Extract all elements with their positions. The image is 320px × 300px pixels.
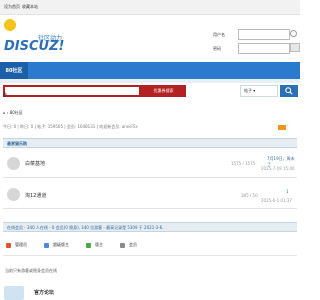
username-input[interactable]: [238, 29, 290, 40]
main-nav: [0, 62, 300, 79]
official-forum-icon: [4, 286, 24, 300]
forum-row[interactable]: 白菜基地 1575 / 1575 7月19日，周末了 2025-7-19 15:…: [3, 150, 297, 178]
remember-me-checkbox[interactable]: [290, 30, 297, 37]
logo-wordmark: DISCUZ!: [4, 39, 65, 54]
rss-icon[interactable]: [278, 125, 286, 130]
search-button[interactable]: [280, 85, 298, 97]
legend-label: 会员: [129, 242, 137, 247]
category-header[interactable]: 悬赏猫乐购: [3, 138, 297, 148]
coupon-search-button[interactable]: 优惠券搜索: [141, 85, 186, 97]
forum-stats: 今日: 0 | 昨日: 0 | 帖子: 159505 | 会员: 1648131…: [3, 124, 138, 129]
search-scope-select[interactable]: 帖子 ▾: [240, 85, 278, 97]
breadcrumb: ⌂ › 80社区: [3, 110, 23, 116]
login-button[interactable]: [290, 43, 300, 52]
breadcrumb-current[interactable]: 80社区: [10, 110, 23, 115]
breadcrumb-separator: ›: [6, 110, 9, 115]
category-title: 悬赏猫乐购: [7, 141, 27, 146]
super-moderator-icon: [44, 242, 49, 248]
forum-last-time: 2025-7-19 15:40: [261, 166, 295, 171]
bookmark-link[interactable]: 收藏本站: [22, 4, 38, 10]
divider: [3, 255, 297, 256]
forum-count: 1575 / 1575: [231, 161, 256, 166]
online-header[interactable]: 在线会员 - 340 人在线 - 0 会员(0 隐身), 340 位游客 - 最…: [3, 222, 297, 232]
forum-last-time: 2025-6-1 01:37: [261, 198, 292, 203]
forum-count: 385 / 50: [241, 193, 258, 198]
forum-row[interactable]: 淘12通道 385 / 50 1 2025-6-1 01:37: [3, 181, 297, 209]
online-title: 在线会员 - 340 人在线 - 0 会员(0 隐身), 340 位游客 - 最…: [7, 225, 164, 230]
username-label: 用户名: [213, 32, 225, 37]
legend-label: 版主: [95, 242, 103, 247]
official-forum-title[interactable]: 官方论坛: [34, 289, 54, 296]
forum-name[interactable]: 淘12通道: [25, 192, 46, 199]
forum-name[interactable]: 白菜基地: [25, 160, 45, 167]
logo-sun-icon: [4, 19, 16, 31]
legend-label: 管理员: [15, 242, 27, 247]
site-logo[interactable]: 社区动力 DISCUZ!: [0, 17, 70, 54]
moderator-icon: [86, 242, 91, 248]
forum-icon: [7, 157, 20, 170]
nav-tab-80-community[interactable]: 80社区: [0, 62, 28, 79]
member-icon: [120, 242, 125, 248]
forum-last-post[interactable]: 1: [286, 189, 289, 194]
online-note: 当前只有游客或隐身会员在线: [5, 268, 57, 273]
user-group-legend: 管理员 超级版主 版主 会员: [6, 242, 137, 248]
search-input[interactable]: [3, 85, 141, 97]
search-icon: [285, 87, 293, 95]
top-bar: 设为首页 收藏本站: [0, 0, 300, 15]
password-input[interactable]: [238, 43, 290, 54]
hot-search-label: 热: [3, 92, 7, 97]
set-home-link[interactable]: 设为首页: [4, 4, 20, 10]
legend-label: 超级版主: [53, 242, 69, 247]
forum-icon: [7, 188, 20, 201]
password-label: 密码: [213, 46, 221, 51]
sub-nav-strip: [0, 79, 300, 83]
home-icon[interactable]: ⌂: [3, 110, 6, 115]
admin-icon: [6, 242, 11, 248]
